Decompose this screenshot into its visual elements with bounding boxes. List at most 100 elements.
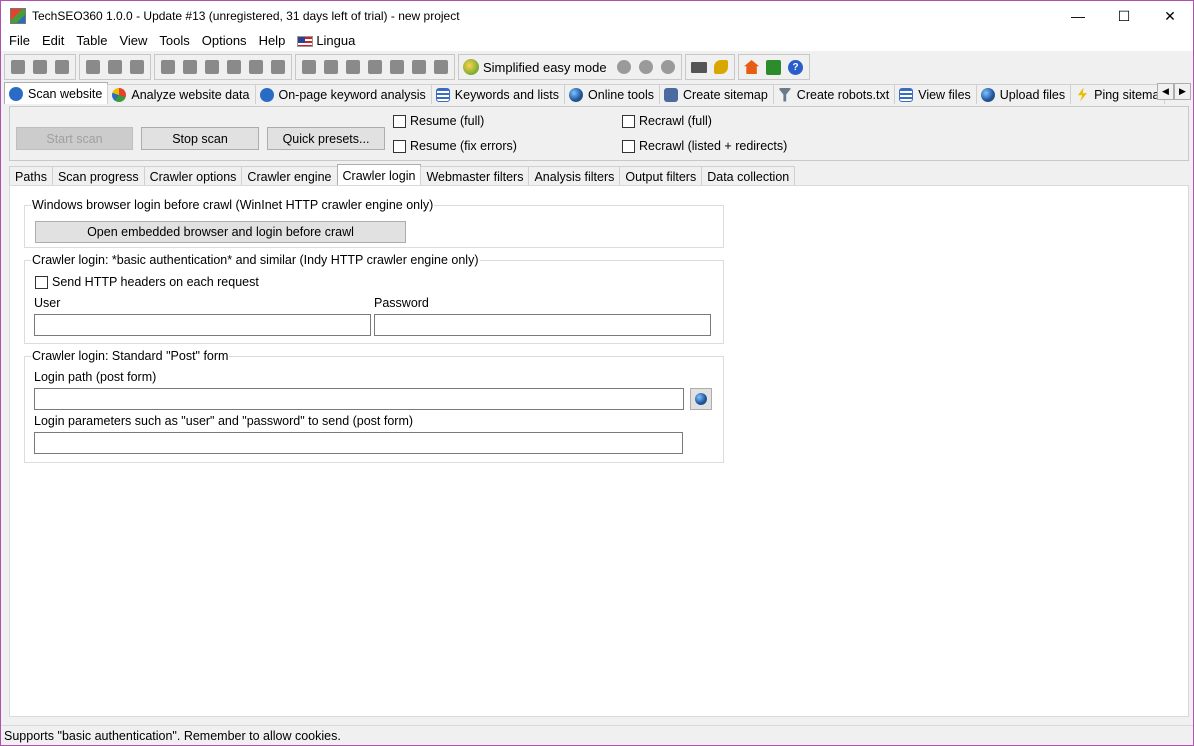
start-circle-icon[interactable] (613, 56, 635, 78)
tab-scroll-left-icon[interactable]: ◀ (1157, 83, 1174, 100)
refresh-icon[interactable] (657, 56, 679, 78)
easy-mode-label: Simplified easy mode (483, 59, 607, 75)
subtab-crawler-login[interactable]: Crawler login (336, 164, 422, 186)
tab-scan-website[interactable]: Scan website (4, 82, 109, 104)
group-title: Crawler login: Standard "Post" form (31, 349, 230, 363)
subtab-crawler-engine[interactable]: Crawler engine (241, 166, 338, 186)
paste-icon[interactable] (201, 56, 223, 78)
tab-scroll-right-icon[interactable]: ▶ (1174, 83, 1191, 100)
menu-file[interactable]: File (3, 31, 36, 51)
checkbox-label: Recrawl (listed + redirects) (639, 139, 788, 153)
tab-label: Scan website (28, 86, 103, 101)
copy-icon[interactable] (179, 56, 201, 78)
subtab-paths[interactable]: Paths (9, 166, 53, 186)
subtab-output-filters[interactable]: Output filters (619, 166, 703, 186)
login-params-input[interactable] (34, 432, 683, 454)
tab-on-page-keyword-analysis[interactable]: On-page keyword analysis (254, 84, 432, 104)
maximize-button[interactable]: ☐ (1101, 1, 1147, 31)
checkbox-box[interactable] (393, 139, 406, 153)
tab-scroll-buttons: ◀ ▶ (1157, 83, 1191, 100)
replace-icon[interactable] (267, 56, 289, 78)
tab-online-tools[interactable]: Online tools (564, 84, 661, 104)
cut-icon[interactable] (157, 56, 179, 78)
checkbox-box[interactable] (393, 114, 406, 128)
open-project-icon[interactable] (29, 56, 51, 78)
checkbox-box[interactable] (35, 275, 48, 289)
tab-create-sitemap[interactable]: Create sitemap (659, 84, 774, 104)
login-path-label: Login path (post form) (34, 370, 157, 384)
menu-tools[interactable]: Tools (153, 31, 195, 51)
resume-full-checkbox[interactable]: Resume (full) (393, 114, 484, 128)
menu-lingua[interactable]: Lingua (291, 31, 361, 51)
list-icon (435, 87, 450, 102)
menu-help[interactable]: Help (253, 31, 292, 51)
menu-options[interactable]: Options (196, 31, 253, 51)
post-form-login-group: Crawler login: Standard "Post" form Logi… (24, 349, 724, 463)
undo-icon[interactable] (223, 56, 245, 78)
tree-expand-icon[interactable] (320, 56, 342, 78)
send-http-headers-checkbox[interactable]: Send HTTP headers on each request (35, 275, 259, 289)
subtab-scan-progress[interactable]: Scan progress (51, 166, 145, 186)
menu-table[interactable]: Table (70, 31, 113, 51)
new-project-icon[interactable] (7, 56, 29, 78)
start-scan-button[interactable]: Start scan (16, 127, 133, 150)
tree-outdent-icon[interactable] (408, 56, 430, 78)
tab-label: View files (918, 87, 971, 102)
resume-fix-errors-checkbox[interactable]: Resume (fix errors) (393, 139, 517, 153)
group-title: Windows browser login before crawl (WinI… (31, 198, 435, 212)
checkbox-label: Resume (fix errors) (410, 139, 517, 153)
checkbox-box[interactable] (622, 139, 635, 153)
find-icon[interactable] (245, 56, 267, 78)
stop-scan-button[interactable]: Stop scan (141, 127, 259, 150)
tab-analyze-website-data[interactable]: Analyze website data (107, 84, 256, 104)
app-icon (10, 8, 26, 24)
tab-create-robots-txt[interactable]: Create robots.txt (772, 84, 896, 104)
tab-view-files[interactable]: View files (894, 84, 977, 104)
import-icon[interactable] (104, 56, 126, 78)
tab-label: Ping sitema (1094, 87, 1160, 102)
checkbox-box[interactable] (622, 114, 635, 128)
share-icon[interactable] (763, 56, 785, 78)
toolbar-mode-group: Simplified easy mode (458, 54, 682, 80)
subtab-data-collection[interactable]: Data collection (701, 166, 796, 186)
toolbar: Simplified easy mode ? (1, 53, 1193, 81)
close-button[interactable]: ✕ (1147, 1, 1193, 31)
password-input[interactable] (374, 314, 711, 336)
stop-circle-icon[interactable] (635, 56, 657, 78)
user-input[interactable] (34, 314, 371, 336)
home-icon[interactable] (741, 56, 763, 78)
toolbar-file-group (4, 54, 76, 80)
tab-upload-files[interactable]: Upload files (975, 84, 1072, 104)
quick-presets-button[interactable]: Quick presets... (267, 127, 385, 150)
toolbar-web-group: ? (737, 54, 810, 80)
group-title: Crawler login: *basic authentication* an… (31, 253, 480, 267)
tree-move-icon[interactable] (364, 56, 386, 78)
tree-collapse-icon[interactable] (298, 56, 320, 78)
subtab-crawler-options[interactable]: Crawler options (143, 166, 243, 186)
tree-indent-icon[interactable] (386, 56, 408, 78)
subtab-analysis-filters[interactable]: Analysis filters (528, 166, 621, 186)
cart-icon[interactable] (688, 56, 710, 78)
recrawl-listed-checkbox[interactable]: Recrawl (listed + redirects) (622, 139, 787, 153)
recrawl-full-checkbox[interactable]: Recrawl (full) (622, 114, 712, 128)
help-icon[interactable]: ? (785, 56, 807, 78)
filter-icon (777, 87, 792, 102)
tab-keywords-and-lists[interactable]: Keywords and lists (430, 84, 566, 104)
key-icon[interactable] (710, 56, 732, 78)
sub-tab-bar: Paths Scan progress Crawler options Craw… (9, 164, 796, 186)
menu-edit[interactable]: Edit (36, 31, 70, 51)
browse-login-path-button[interactable] (690, 388, 712, 410)
save-project-icon[interactable] (51, 56, 73, 78)
subtab-webmaster-filters[interactable]: Webmaster filters (420, 166, 530, 186)
minimize-button[interactable]: — (1055, 1, 1101, 31)
tab-ping-sitemap[interactable]: Ping sitema (1070, 84, 1166, 104)
login-path-input[interactable] (34, 388, 684, 410)
login-params-label: Login parameters such as "user" and "pas… (34, 414, 414, 428)
print-icon[interactable] (126, 56, 148, 78)
simplified-easy-mode-button[interactable]: Simplified easy mode (461, 59, 613, 75)
tree-sort-icon[interactable] (430, 56, 452, 78)
open-browser-login-button[interactable]: Open embedded browser and login before c… (35, 221, 406, 243)
export-icon[interactable] (82, 56, 104, 78)
tree-list-icon[interactable] (342, 56, 364, 78)
menu-view[interactable]: View (113, 31, 153, 51)
